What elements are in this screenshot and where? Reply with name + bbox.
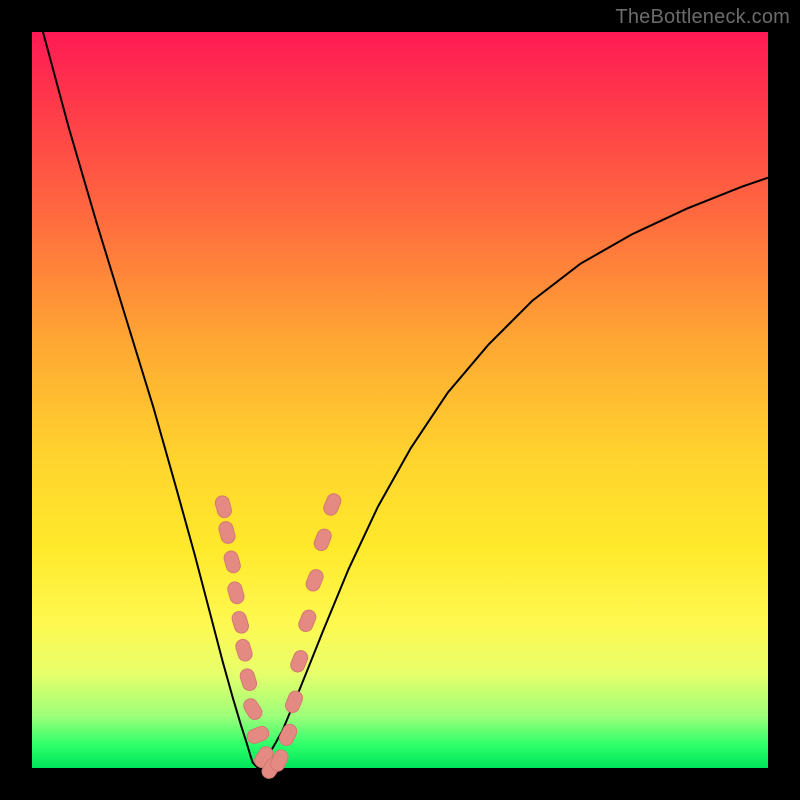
marker-pill xyxy=(217,520,236,545)
marker-pill xyxy=(241,696,265,722)
marker-pill xyxy=(214,494,233,519)
watermark-text: TheBottleneck.com xyxy=(615,6,790,29)
plot-area xyxy=(32,32,768,768)
marker-pill xyxy=(230,610,250,635)
marker-pill xyxy=(322,492,343,518)
chart-svg xyxy=(32,32,768,768)
bottleneck-curve-path xyxy=(43,32,768,768)
marker-pill xyxy=(222,549,242,574)
marker-pill xyxy=(245,724,271,745)
marker-pill xyxy=(277,722,299,748)
marker-pill xyxy=(312,527,333,553)
marker-pill xyxy=(238,667,258,692)
chart-frame: TheBottleneck.com xyxy=(0,0,800,800)
marker-pill xyxy=(283,689,304,715)
marker-pill xyxy=(226,580,246,605)
marker-pill xyxy=(234,638,254,663)
marker-pill xyxy=(304,567,325,593)
marker-pill xyxy=(297,608,318,634)
